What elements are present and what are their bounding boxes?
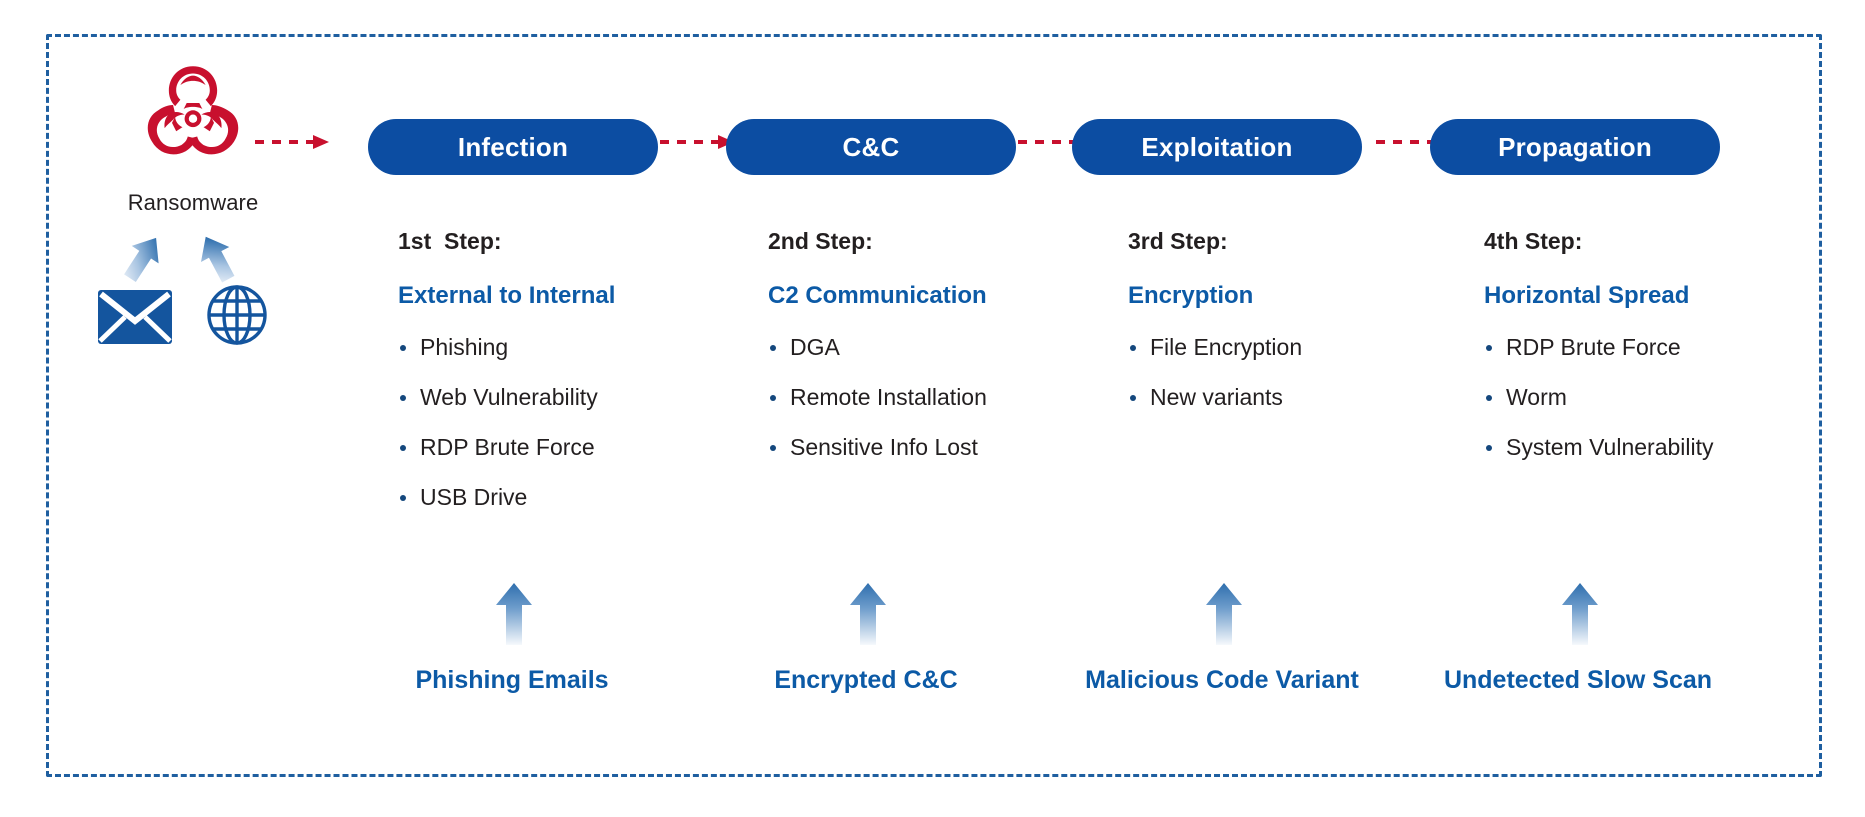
bottom-caption-cc: Encrypted C&C [774, 666, 958, 694]
list-item: Web Vulnerability [398, 385, 698, 409]
ransomware-attack-chain-diagram: Ransomware Infection C&C Exploitation Pr… [0, 0, 1865, 817]
email-icon [98, 290, 172, 344]
connector-infection-to-cc [660, 132, 736, 152]
list-item: Remote Installation [768, 385, 1068, 409]
stage-pill-label: Exploitation [1141, 131, 1293, 162]
bullet-list-cc: DGA Remote Installation Sensitive Info Los… [768, 335, 1068, 459]
stage-pill-label: C&C [842, 131, 900, 162]
step-label-exploitation: 3rd Step: [1128, 228, 1228, 254]
stage-pill-propagation[interactable]: Propagation [1430, 119, 1720, 175]
step-title-exploitation: Encryption [1128, 282, 1254, 309]
web-to-ransomware-arrow [194, 232, 240, 284]
step-title-propagation: Horizontal Spread [1484, 282, 1690, 309]
up-arrow-propagation [1562, 583, 1598, 645]
column-propagation: 4th Step: Horizontal Spread RDP Brute Forc… [1484, 228, 1784, 485]
step-label-propagation: 4th Step: [1484, 228, 1583, 254]
bottom-caption-propagation: Undetected Slow Scan [1443, 666, 1713, 694]
bullet-list-exploitation: File Encryption New variants [1128, 335, 1428, 409]
list-item: Sensitive Info Lost [768, 435, 1068, 459]
column-infection: 1st Step: External to Internal Phishing Web… [398, 228, 698, 536]
biohazard-icon [138, 62, 248, 167]
step-label-cc: 2nd Step: [768, 228, 873, 254]
bullet-list-infection: Phishing Web Vulnerability RDP Brute Force… [398, 335, 698, 510]
list-item: File Encryption [1128, 335, 1428, 359]
stage-pill-label: Infection [457, 131, 569, 162]
ransomware-source-cluster: Ransomware [88, 62, 298, 372]
stage-pill-infection[interactable]: Infection [368, 119, 658, 175]
up-arrow-infection [496, 583, 532, 645]
list-item: RDP Brute Force [1484, 335, 1784, 359]
list-item: RDP Brute Force [398, 435, 698, 459]
column-exploitation: 3rd Step: Encryption File Encryption New va… [1128, 228, 1428, 435]
bullet-list-propagation: RDP Brute Force Worm System Vulnerability [1484, 335, 1784, 459]
list-item: USB Drive [398, 485, 698, 510]
list-item: DGA [768, 335, 1068, 359]
step-title-infection: External to Internal [398, 282, 616, 309]
step-label-infection: 1st Step: [398, 228, 502, 254]
stage-pill-label: Propagation [1498, 131, 1652, 162]
column-cc: 2nd Step: C2 Communication DGA Remote Insta… [768, 228, 1068, 485]
up-arrow-cc [850, 583, 886, 645]
stage-pill-cc[interactable]: C&C [726, 119, 1016, 175]
up-arrow-exploitation [1206, 583, 1242, 645]
connector-source-to-infection [255, 132, 331, 152]
bottom-caption-infection: Phishing Emails [415, 666, 609, 694]
ransomware-label: Ransomware [127, 190, 259, 215]
step-title-cc: C2 Communication [768, 282, 987, 309]
email-to-ransomware-arrow [120, 232, 166, 284]
globe-icon [206, 284, 268, 346]
stage-pill-exploitation[interactable]: Exploitation [1072, 119, 1362, 175]
bottom-caption-exploitation: Malicious Code Variant [1085, 666, 1359, 694]
list-item: Worm [1484, 385, 1784, 409]
list-item: New variants [1128, 385, 1428, 409]
list-item: Phishing [398, 335, 698, 359]
list-item: System Vulnerability [1484, 435, 1784, 459]
